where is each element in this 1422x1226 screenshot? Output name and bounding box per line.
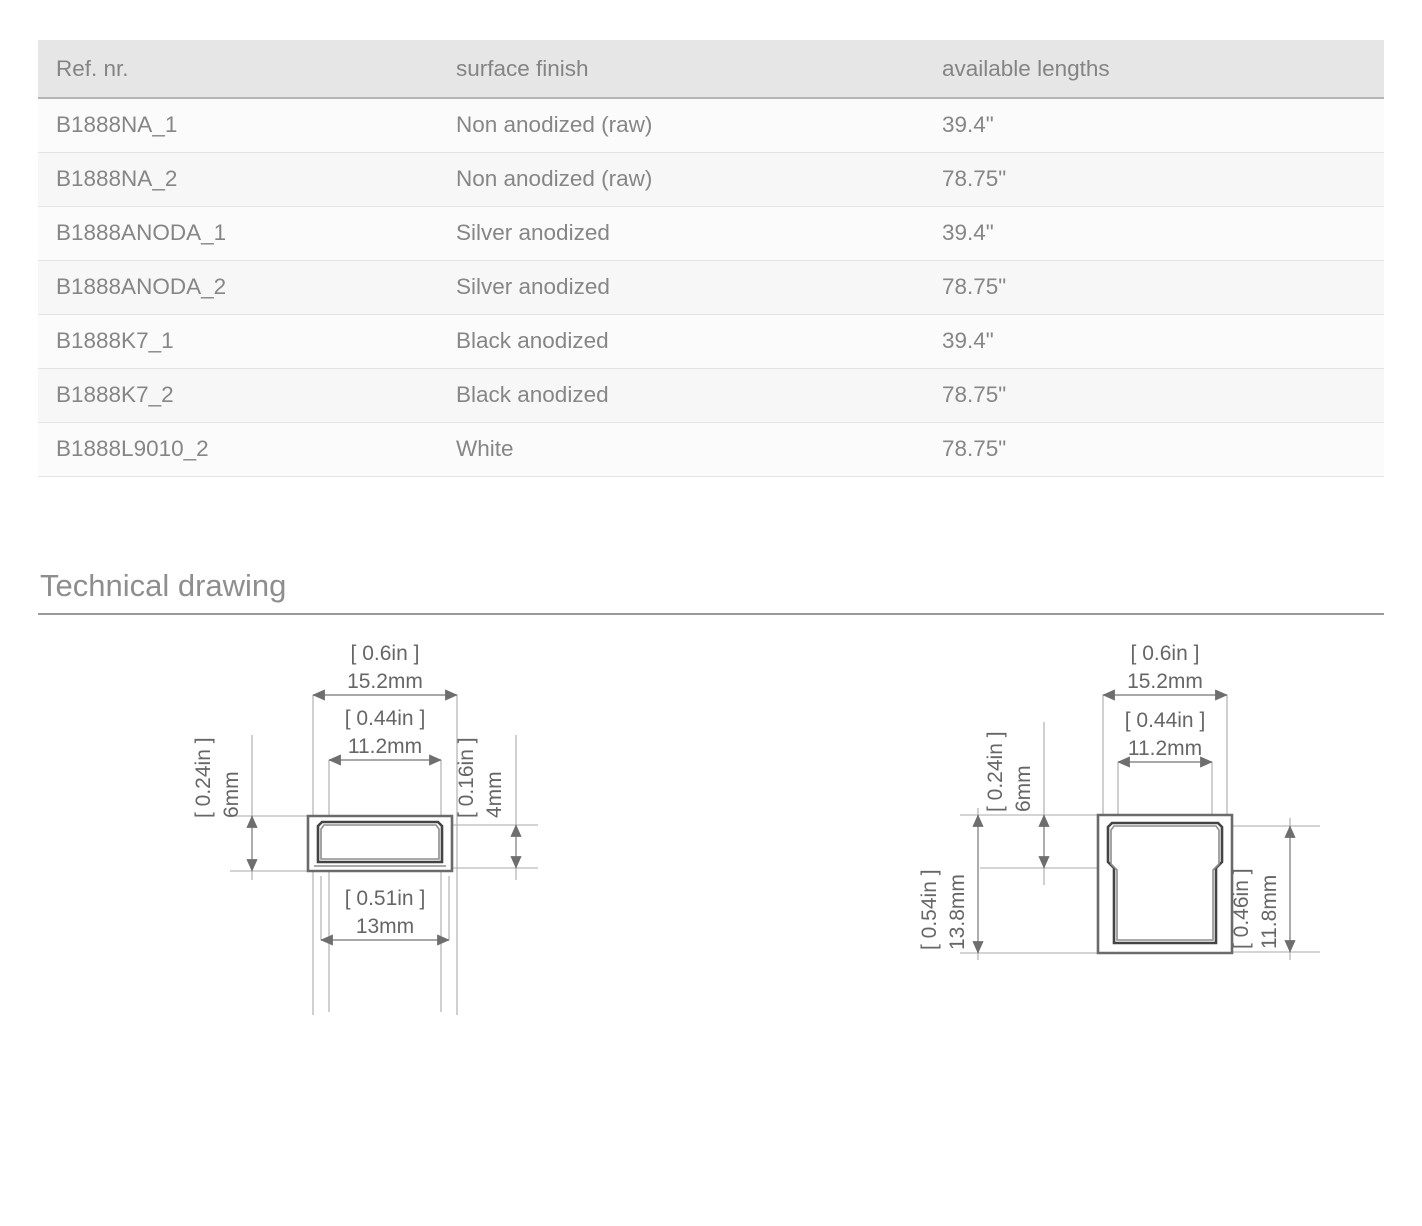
table-header-row: Ref. nr. surface finish available length… [38, 40, 1384, 99]
table-body: B1888NA_1 Non anodized (raw) 39.4" B1888… [38, 98, 1384, 477]
cell-finish: Non anodized (raw) [438, 98, 924, 153]
dim-label-left-top-inner-in: [ 0.44in ] [345, 707, 426, 730]
page-title: Technical drawing [40, 568, 287, 603]
dim-label-right-top-outer-in: [ 0.6in ] [1131, 642, 1200, 665]
dim-label-left-bottom-in: [ 0.51in ] [345, 887, 426, 910]
cell-finish: Silver anodized [438, 260, 924, 315]
cell-length: 78.75" [924, 422, 1384, 477]
cell-ref-nr: B1888ANODA_2 [38, 260, 438, 315]
table-row: B1888K7_1 Black anodized 39.4" [38, 314, 1384, 369]
dimension-top-inner-width: [ 0.44in ] 11.2mm [328, 707, 442, 766]
dim-label-left-height-in: [ 0.24in ] [192, 737, 215, 818]
cell-ref-nr: B1888NA_2 [38, 152, 438, 207]
dim-label-right-left-height-mm: 13.8mm [946, 874, 969, 950]
product-variants-table: Ref. nr. surface finish available length… [38, 40, 1384, 477]
cell-finish: Black anodized [438, 314, 924, 369]
heading-divider [38, 613, 1384, 616]
dimension-top-outer-width: [ 0.6in ] 15.2mm [312, 642, 458, 701]
profile-cross-section [1096, 813, 1234, 955]
technical-drawing-section-header: Technical drawing [38, 567, 1384, 616]
dimension-left-overall-height: [ 0.54in ] 13.8mm [920, 814, 984, 954]
dim-label-left-top-outer-mm: 15.2mm [347, 670, 423, 693]
cell-finish: Silver anodized [438, 206, 924, 261]
dim-label-right-right-height-mm: 11.8mm [1258, 875, 1281, 949]
cell-length: 39.4" [924, 206, 1384, 261]
dimension-top-inner-width: [ 0.44in ] 11.2mm [1117, 709, 1213, 768]
dim-label-right-height-mm: 4mm [483, 771, 506, 818]
dim-label-left-top-outer-in: [ 0.6in ] [351, 642, 420, 665]
dim-label-left-top-inner-mm: 11.2mm [348, 735, 422, 758]
dim-label-right-mid-height-mm: 6mm [1012, 765, 1035, 812]
dim-label-left-bottom-mm: 13mm [356, 915, 414, 938]
cell-finish: Non anodized (raw) [438, 152, 924, 207]
dim-label-right-height-in: [ 0.16in ] [455, 737, 478, 818]
dimension-right-inner-height: [ 0.46in ] 11.8mm [1230, 825, 1296, 953]
cell-ref-nr: B1888K7_1 [38, 314, 438, 369]
dim-label-left-height-mm: 6mm [220, 771, 243, 818]
dimension-right-height: [ 0.16in ] 4mm [455, 737, 522, 869]
column-header-available-lengths: available lengths [924, 40, 1384, 99]
cell-length: 78.75" [924, 368, 1384, 423]
dimension-left-height: [ 0.24in ] 6mm [192, 737, 258, 872]
table-row: B1888ANODA_1 Silver anodized 39.4" [38, 206, 1384, 261]
dimension-mid-height: [ 0.24in ] 6mm [984, 731, 1050, 869]
cell-length: 78.75" [924, 152, 1384, 207]
cell-length: 39.4" [924, 314, 1384, 369]
profile-cross-section [306, 814, 454, 873]
table-row: B1888K7_2 Black anodized 78.75" [38, 368, 1384, 423]
table-row: B1888ANODA_2 Silver anodized 78.75" [38, 260, 1384, 315]
dim-label-right-left-height-in: [ 0.54in ] [920, 869, 941, 950]
cell-length: 39.4" [924, 98, 1384, 153]
table-row: B1888NA_2 Non anodized (raw) 78.75" [38, 152, 1384, 207]
dim-label-right-mid-height-in: [ 0.24in ] [984, 731, 1007, 812]
dimension-bottom-width: [ 0.51in ] 13mm [320, 887, 450, 946]
technical-drawings-area: [ 0.6in ] 15.2mm [ 0.44in ] 11.2mm [ 0.2… [0, 640, 1422, 1200]
cell-ref-nr: B1888ANODA_1 [38, 206, 438, 261]
cell-ref-nr: B1888L9010_2 [38, 422, 438, 477]
technical-drawing-right-deep-profile: [ 0.6in ] 15.2mm [ 0.44in ] 11.2mm [ 0.2… [920, 640, 1360, 1200]
dim-label-right-right-height-in: [ 0.46in ] [1230, 868, 1253, 949]
cell-length: 78.75" [924, 260, 1384, 315]
cell-ref-nr: B1888K7_2 [38, 368, 438, 423]
cell-finish: White [438, 422, 924, 477]
table-row: B1888L9010_2 White 78.75" [38, 422, 1384, 477]
table-row: B1888NA_1 Non anodized (raw) 39.4" [38, 98, 1384, 153]
dim-label-right-top-outer-mm: 15.2mm [1127, 670, 1203, 693]
column-header-ref-nr: Ref. nr. [38, 40, 438, 99]
dimension-top-outer-width: [ 0.6in ] 15.2mm [1102, 642, 1228, 701]
dim-label-right-top-inner-in: [ 0.44in ] [1125, 709, 1206, 732]
table-header: Ref. nr. surface finish available length… [38, 40, 1384, 99]
technical-drawing-left-flat-profile: [ 0.6in ] 15.2mm [ 0.44in ] 11.2mm [ 0.2… [190, 640, 590, 1200]
dim-label-right-top-inner-mm: 11.2mm [1128, 737, 1202, 760]
cell-finish: Black anodized [438, 368, 924, 423]
column-header-surface-finish: surface finish [438, 40, 924, 99]
cell-ref-nr: B1888NA_1 [38, 98, 438, 153]
